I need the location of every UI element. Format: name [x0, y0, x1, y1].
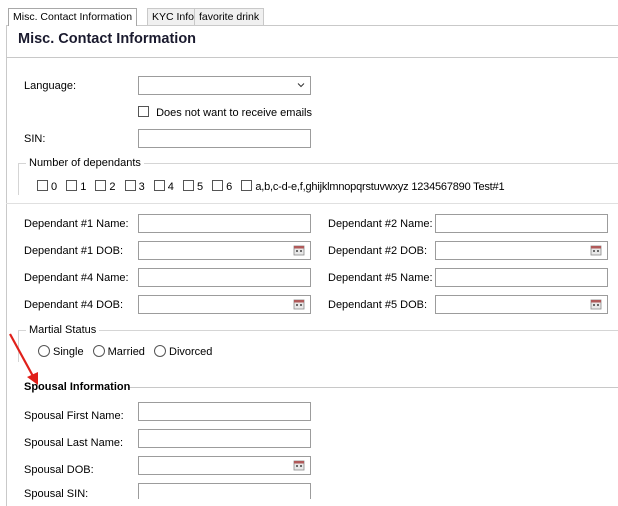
chevron-down-icon — [297, 83, 305, 88]
red-arrow-icon — [9, 333, 38, 385]
spousal-first-name-input[interactable] — [138, 402, 311, 421]
calendar-icon[interactable] — [590, 244, 602, 256]
dependants-checkbox[interactable] — [37, 180, 48, 191]
sin-label: SIN: — [24, 133, 46, 145]
language-select[interactable] — [138, 76, 311, 95]
dependants-option-label: 4 — [167, 181, 174, 193]
dependant-5-name-label: Dependant #5 Name: — [328, 272, 433, 284]
no-emails-label: Does not want to receive emails — [156, 107, 312, 119]
dependants-option-label: 0 — [51, 181, 58, 193]
tab-kyc-info[interactable]: KYC Info — [147, 8, 200, 25]
dependant-2-dob-label: Dependant #2 DOB: — [328, 245, 428, 257]
dependant-1-name-label: Dependant #1 Name: — [24, 218, 129, 230]
calendar-icon[interactable] — [293, 298, 305, 310]
tab-misc-contact-information[interactable]: Misc. Contact Information — [8, 8, 138, 26]
dependants-option-label: a,b,c-d-e,f,ghijklmnopqrstuvwxyz 1234567… — [255, 181, 505, 193]
marital-option-label: Divorced — [169, 346, 213, 358]
dependant-5-name-input[interactable] — [435, 268, 608, 287]
dependants-checkbox[interactable] — [95, 180, 107, 191]
dependants-option-1[interactable]: 1 — [66, 180, 87, 193]
dependant-1-dob-input[interactable] — [138, 241, 311, 260]
spousal-header-rule — [128, 387, 618, 388]
dependants-option-4[interactable]: 4 — [153, 180, 174, 193]
dependant-5-dob-label: Dependant #5 DOB: — [328, 299, 428, 311]
dependants-checkbox[interactable] — [241, 180, 253, 191]
marital-option-label: Married — [107, 346, 145, 358]
calendar-icon[interactable] — [293, 244, 305, 256]
spousal-sin-label: Spousal SIN: — [24, 488, 89, 500]
dependant-4-name-input[interactable] — [138, 268, 311, 287]
marital-group-top-border — [18, 330, 618, 331]
dependants-option-3[interactable]: 3 — [124, 180, 145, 193]
spousal-dob-input[interactable] — [138, 456, 311, 475]
dependant-1-name-input[interactable] — [138, 214, 311, 233]
dependant-4-dob-label: Dependant #4 DOB: — [24, 299, 124, 311]
marital-option-married[interactable]: Married — [92, 345, 145, 358]
dependants-option-0[interactable]: 0 — [37, 180, 58, 193]
section-title: Misc. Contact Information — [18, 31, 197, 47]
dependants-option-label: 1 — [80, 181, 87, 193]
dependants-checkbox[interactable] — [66, 180, 78, 191]
marital-option-divorced[interactable]: Divorced — [154, 345, 213, 358]
sin-input[interactable] — [138, 129, 311, 148]
dependants-option-2[interactable]: 2 — [95, 180, 116, 193]
dependants-option-custom[interactable]: a,b,c-d-e,f,ghijklmnopqrstuvwxyz 1234567… — [241, 180, 505, 193]
spousal-last-name-label: Spousal Last Name: — [24, 437, 124, 449]
marital-radio[interactable] — [92, 345, 105, 357]
dependants-option-label: 2 — [109, 181, 116, 193]
dependants-checkbox[interactable] — [182, 180, 194, 191]
dependants-checkbox[interactable] — [153, 180, 165, 191]
spousal-dob-label: Spousal DOB: — [24, 464, 94, 476]
dependants-option-label: 6 — [226, 181, 233, 193]
tab-panel-border — [6, 25, 618, 506]
dependant-4-dob-input[interactable] — [138, 295, 311, 314]
dependants-option-5[interactable]: 5 — [182, 180, 204, 193]
dependant-2-dob-input[interactable] — [435, 241, 608, 260]
no-emails-row[interactable]: Does not want to receive emails — [138, 106, 312, 119]
dependants-option-label: 5 — [196, 181, 204, 193]
dependant-5-dob-input[interactable] — [435, 295, 608, 314]
dependant-4-name-label: Dependant #4 Name: — [24, 272, 129, 284]
dependant-2-name-label: Dependant #2 Name: — [328, 218, 433, 230]
dependants-option-6[interactable]: 6 — [212, 180, 233, 193]
spousal-sin-input[interactable] — [138, 483, 311, 499]
dependant-2-name-input[interactable] — [435, 214, 608, 233]
dependants-divider — [6, 203, 618, 204]
dependants-options: 0 1 2 3 4 5 6 a,b,c-d-e,f,ghijklmnopqrst… — [37, 180, 505, 193]
tab-favorite-drink[interactable]: favorite drink — [194, 8, 265, 25]
dependants-group-title: Number of dependants — [26, 157, 144, 169]
calendar-icon[interactable] — [293, 459, 305, 471]
no-emails-checkbox[interactable] — [138, 106, 149, 117]
dependants-group-left-border — [18, 163, 19, 195]
language-label: Language: — [24, 80, 76, 92]
spousal-last-name-input[interactable] — [138, 429, 311, 448]
dependants-checkbox[interactable] — [124, 180, 136, 191]
spousal-first-name-label: Spousal First Name: — [24, 410, 124, 422]
marital-radio[interactable] — [154, 345, 166, 357]
title-divider — [6, 57, 618, 58]
dependants-option-label: 3 — [138, 181, 145, 193]
calendar-icon[interactable] — [590, 298, 602, 310]
dependant-1-dob-label: Dependant #1 DOB: — [24, 245, 124, 257]
dependants-checkbox[interactable] — [212, 180, 224, 191]
